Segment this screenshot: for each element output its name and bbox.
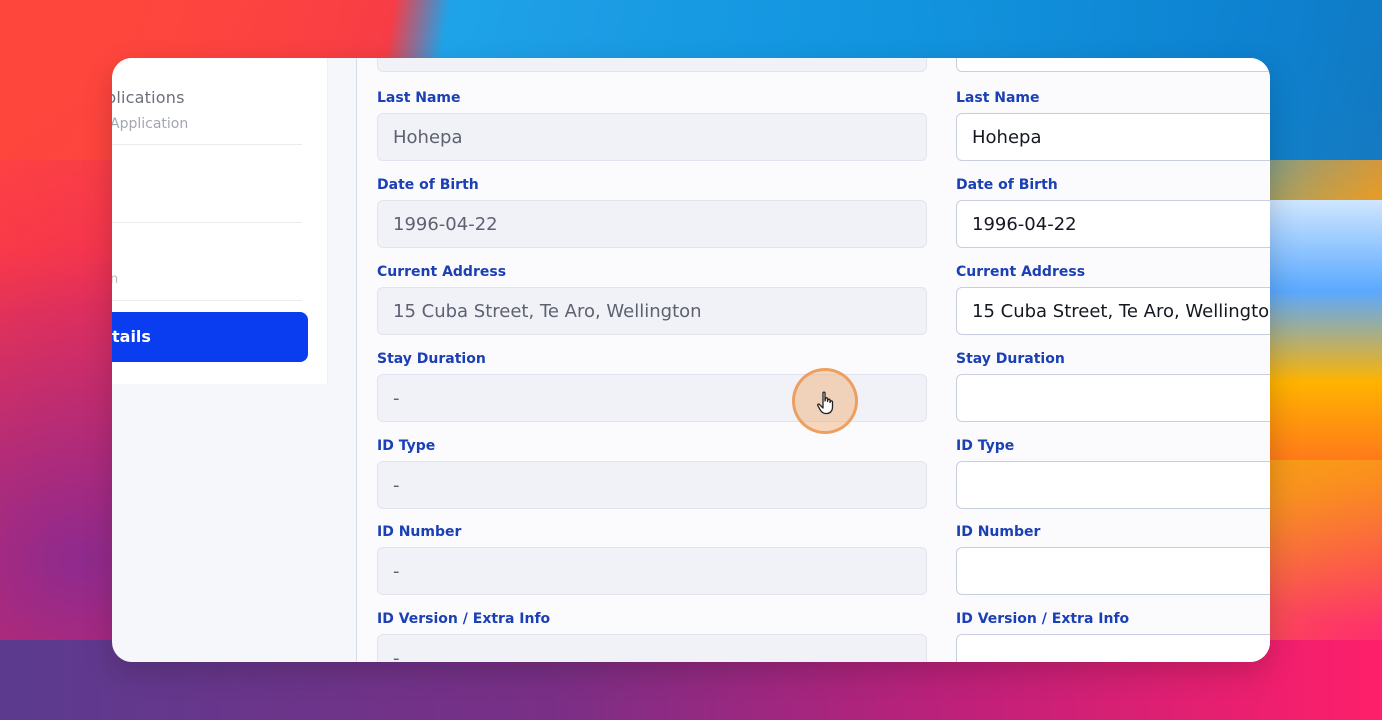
sidebar-divider [112, 222, 302, 223]
label-last-name: Last Name [377, 90, 461, 106]
stay-duration-input[interactable] [956, 374, 1270, 422]
label-date-of-birth: Date of Birth [956, 177, 1058, 193]
label-id-version: ID Version / Extra Info [377, 611, 551, 627]
id-type-input[interactable] [956, 461, 1270, 509]
id-type-readonly: - [377, 461, 927, 509]
current-address-input[interactable]: 15 Cuba Street, Te Aro, Wellingto [956, 287, 1270, 335]
label-id-number: ID Number [377, 524, 462, 540]
last-name-readonly: Hohepa [377, 113, 927, 161]
label-id-type: ID Type [956, 438, 1015, 454]
date-of-birth-readonly: 1996-04-22 [377, 200, 927, 248]
label-current-address: Current Address [956, 264, 1086, 280]
id-number-input[interactable] [956, 547, 1270, 595]
label-id-version: ID Version / Extra Info [956, 611, 1130, 627]
current-address-readonly: 15 Cuba Street, Te Aro, Wellington [377, 287, 927, 335]
sidebar-subtitle: Application [112, 116, 189, 132]
cursor-highlight [792, 368, 858, 434]
field-first-name-readonly [377, 58, 927, 72]
label-stay-duration: Stay Duration [377, 351, 486, 367]
label-id-number: ID Number [956, 524, 1041, 540]
sidebar-item-details[interactable]: tails [112, 312, 308, 362]
sidebar-title: plications [112, 88, 185, 107]
last-name-input[interactable]: Hohepa [956, 113, 1270, 161]
sidebar-divider [112, 300, 302, 301]
id-number-readonly: - [377, 547, 927, 595]
sidebar: plications Application n tails [112, 58, 328, 384]
field-first-name-input[interactable] [956, 58, 1270, 72]
label-last-name: Last Name [956, 90, 1040, 106]
date-of-birth-input[interactable]: 1996-04-22 [956, 200, 1270, 248]
sidebar-item-caption: n [112, 272, 119, 287]
label-current-address: Current Address [377, 264, 507, 280]
sidebar-divider [112, 144, 302, 145]
id-version-readonly: - [377, 634, 927, 662]
form-panel: Last Name Hohepa Last Name Hohepa Date o… [356, 58, 1270, 662]
hand-pointer-icon [817, 391, 834, 415]
label-date-of-birth: Date of Birth [377, 177, 479, 193]
id-version-input[interactable] [956, 634, 1270, 662]
label-stay-duration: Stay Duration [956, 351, 1065, 367]
label-id-type: ID Type [377, 438, 436, 454]
app-window: plications Application n tails Last Name… [112, 58, 1270, 662]
